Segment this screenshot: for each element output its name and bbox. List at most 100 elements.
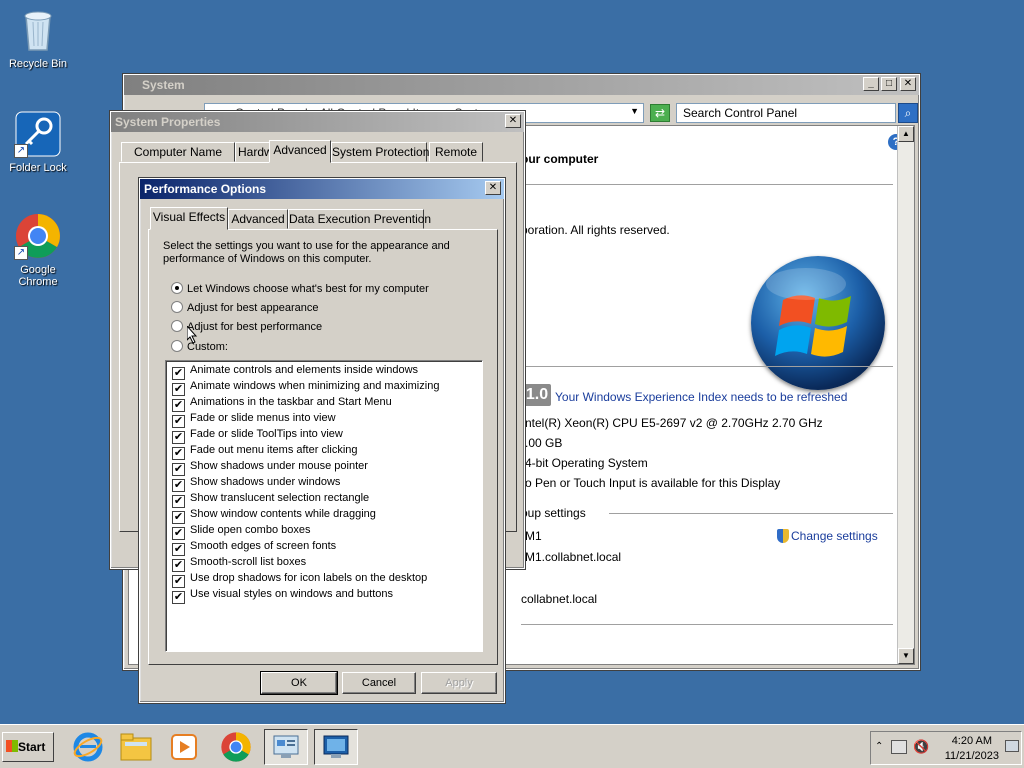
tab-advanced[interactable]: Advanced	[228, 209, 288, 229]
system-window-taskbar-icon[interactable]	[314, 729, 358, 765]
description-text: Select the settings you want to use for …	[163, 240, 450, 265]
desktop-icon-google-chrome[interactable]: ↗ Google Chrome	[0, 212, 76, 288]
memory-value: .00 GB	[525, 436, 563, 450]
change-settings-link[interactable]: Change settings	[777, 529, 878, 543]
clock[interactable]: 4:20 AM 11/21/2023	[945, 734, 999, 764]
list-item[interactable]: ✔ Fade or slide ToolTips into view	[172, 427, 343, 444]
radio-label: Let Windows choose what's best for my co…	[187, 283, 429, 295]
windows-explorer-icon[interactable]	[114, 729, 158, 765]
volume-muted-icon[interactable]: 🔇	[913, 739, 929, 755]
list-item[interactable]: ✔ Use drop shadows for icon labels on the…	[172, 571, 427, 588]
system-tray: ⌃ 🔇 4:20 AM 11/21/2023	[870, 731, 1022, 765]
scroll-up-arrow-icon[interactable]: ▲	[898, 126, 914, 142]
divider	[521, 184, 893, 185]
vertical-scrollbar[interactable]: ▲ ▼	[897, 126, 914, 664]
radio-best-appearance[interactable]: Adjust for best appearance	[171, 301, 318, 314]
start-label: Start	[18, 740, 46, 754]
tab-advanced[interactable]: Advanced	[269, 140, 331, 163]
checkbox-label: Show shadows under mouse pointer	[190, 460, 368, 472]
close-button[interactable]: ✕	[485, 181, 501, 195]
tab-system-protection[interactable]: System Protection	[331, 142, 429, 162]
list-item[interactable]: ✔ Show translucent selection rectangle	[172, 491, 369, 508]
search-input[interactable]: Search Control Panel	[676, 103, 896, 123]
list-item[interactable]: ✔ Smooth-scroll list boxes	[172, 555, 306, 572]
show-desktop-icon[interactable]	[1005, 740, 1019, 752]
tab-data-execution-prevention[interactable]: Data Execution Prevention	[288, 209, 431, 229]
list-item[interactable]: ✔ Fade out menu items after clicking	[172, 443, 358, 460]
desktop-icon-recycle-bin[interactable]: Recycle Bin	[0, 6, 76, 70]
radio-selected-icon	[171, 282, 183, 294]
desktop-icon-label: Folder Lock	[9, 162, 67, 174]
wei-score-badge: 1.0	[523, 384, 551, 406]
desktop-icon-folder-lock[interactable]: ↗ Folder Lock	[0, 110, 76, 174]
checkbox-label: Animations in the taskbar and Start Menu	[190, 396, 392, 408]
pen-touch-value: o Pen or Touch Input is available for th…	[525, 476, 781, 490]
clock-date: 11/21/2023	[944, 750, 999, 762]
checkbox-label: Show shadows under windows	[190, 476, 341, 488]
list-item[interactable]: ✔ Use visual styles on windows and button…	[172, 587, 393, 604]
checkbox-label: Fade out menu items after clicking	[190, 444, 358, 456]
close-button[interactable]: ✕	[505, 114, 521, 128]
checkbox-label: Use visual styles on windows and buttons	[190, 588, 393, 600]
visual-effects-list[interactable]: ✔ Animate controls and elements inside wi…	[165, 360, 483, 652]
performance-options-title: Performance Options	[144, 182, 267, 196]
tab-remote[interactable]: Remote	[429, 142, 483, 162]
list-item[interactable]: ✔ Fade or slide menus into view	[172, 411, 336, 428]
full-computer-name-value: M1.collabnet.local	[525, 550, 622, 564]
list-item[interactable]: ✔ Slide open combo boxes	[172, 523, 311, 540]
processor-value: ntel(R) Xeon(R) CPU E5-2697 v2 @ 2.70GHz…	[525, 416, 823, 430]
list-item[interactable]: ✔ Smooth edges of screen fonts	[172, 539, 336, 556]
system-properties-titlebar[interactable]: System Properties ✕	[111, 112, 524, 132]
list-item[interactable]: ✔ Animate windows when minimizing and max…	[172, 379, 440, 396]
visual-effects-panel: Select the settings you want to use for …	[148, 229, 498, 665]
desktop-icon-label: Recycle Bin	[8, 58, 68, 70]
desktop-icon-label: Google Chrome	[18, 264, 58, 288]
taskbar: Start ⌃ 🔇 4:20 AM 11/21/2023	[0, 724, 1024, 768]
network-icon[interactable]	[891, 740, 907, 754]
radio-icon	[171, 301, 183, 313]
divider	[609, 513, 893, 514]
radio-custom[interactable]: Custom:	[171, 340, 228, 353]
performance-options-dialog: Performance Options ✕ Visual Effects Adv…	[138, 177, 506, 704]
checkbox-label: Animate windows when minimizing and maxi…	[190, 380, 440, 392]
group-settings-header: oup settings	[521, 506, 586, 520]
scroll-down-arrow-icon[interactable]: ▼	[898, 648, 914, 664]
tab-visual-effects[interactable]: Visual Effects	[150, 207, 228, 230]
close-button[interactable]: ✕	[900, 77, 916, 91]
list-item[interactable]: ✔ Show shadows under windows	[172, 475, 341, 492]
divider	[521, 624, 893, 625]
list-item[interactable]: ✔ Animate controls and elements inside wi…	[172, 363, 419, 380]
search-icon[interactable]: ⌕	[898, 103, 918, 123]
section-heading: our computer	[521, 152, 599, 166]
copyright-text: poration. All rights reserved.	[521, 223, 670, 237]
start-button[interactable]: Start	[2, 732, 54, 762]
checkbox-label: Slide open combo boxes	[190, 524, 311, 536]
search-placeholder: Search Control Panel	[683, 106, 798, 120]
checkbox-label: Animate controls and elements inside win…	[190, 364, 419, 376]
system-titlebar[interactable]: System _ □ ✕	[124, 75, 919, 95]
tab-computer-name[interactable]: Computer Name	[121, 142, 235, 162]
list-item[interactable]: ✔ Show shadows under mouse pointer	[172, 459, 368, 476]
chevron-up-icon[interactable]: ⌃	[875, 741, 883, 752]
minimize-button[interactable]: _	[863, 77, 879, 91]
google-chrome-icon[interactable]	[214, 729, 258, 765]
checkbox-label: Fade or slide ToolTips into view	[190, 428, 343, 440]
radio-let-windows-choose[interactable]: Let Windows choose what's best for my co…	[171, 282, 429, 295]
chevron-down-icon[interactable]: ▼	[630, 106, 639, 116]
refresh-icon[interactable]: ⇄	[650, 104, 670, 122]
system-type-value: 4-bit Operating System	[525, 456, 648, 470]
media-player-icon[interactable]	[162, 729, 206, 765]
list-item[interactable]: ✔ Show window contents while dragging	[172, 507, 376, 524]
apply-button[interactable]: Apply	[421, 672, 497, 694]
windows-flag-icon	[6, 740, 18, 752]
list-item[interactable]: ✔ Animations in the taskbar and Start Men…	[172, 395, 392, 412]
checkbox-checked-icon[interactable]: ✔	[172, 591, 185, 604]
maximize-button[interactable]: □	[881, 77, 897, 91]
ok-button[interactable]: OK	[260, 671, 338, 695]
cancel-button[interactable]: Cancel	[342, 672, 416, 694]
radio-label: Adjust for best performance	[187, 321, 323, 333]
wei-link[interactable]: Your Windows Experience Index needs to b…	[555, 390, 847, 404]
internet-explorer-icon[interactable]	[66, 729, 110, 765]
server-manager-icon[interactable]	[264, 729, 308, 765]
performance-options-titlebar[interactable]: Performance Options ✕	[140, 179, 504, 199]
